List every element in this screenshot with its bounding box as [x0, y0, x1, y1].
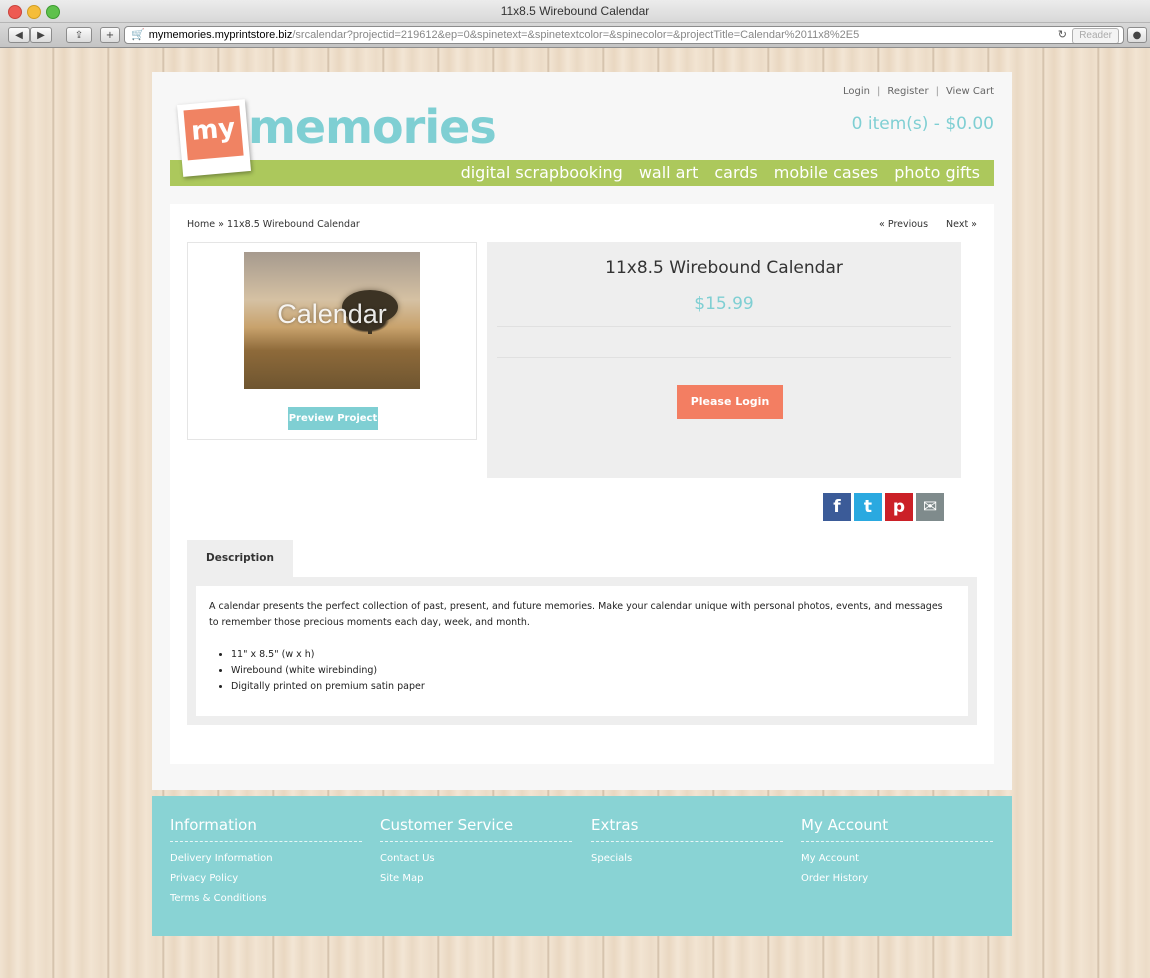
- description-text: A calendar presents the perfect collecti…: [209, 601, 943, 628]
- nav-cards[interactable]: cards: [714, 160, 757, 186]
- cart-summary[interactable]: 0 item(s) - $0.00: [852, 114, 994, 134]
- nav-mobile-cases[interactable]: mobile cases: [774, 160, 878, 186]
- reader-button[interactable]: Reader: [1072, 28, 1119, 43]
- description-panel: A calendar presents the perfect collecti…: [187, 577, 977, 725]
- list-item: 11" x 8.5" (w x h): [231, 647, 955, 663]
- pinterest-icon: p: [892, 497, 906, 517]
- product-price: $15.99: [694, 294, 754, 314]
- terms-conditions-link[interactable]: Terms & Conditions: [170, 893, 362, 904]
- product-pager: « Previous Next »: [861, 219, 977, 230]
- privacy-policy-link[interactable]: Privacy Policy: [170, 873, 362, 884]
- address-bar[interactable]: 🛒 mymemories.myprintstore.biz/srcalendar?…: [124, 26, 1124, 44]
- next-link[interactable]: Next »: [946, 219, 977, 230]
- site-container: Login | Register | View Cart 0 item(s) - $0.…: [152, 72, 1012, 790]
- register-link[interactable]: Register: [887, 86, 928, 97]
- twitter-icon: t: [863, 497, 873, 517]
- product-image[interactable]: Calendar: [244, 252, 420, 389]
- contact-us-link[interactable]: Contact Us: [380, 853, 572, 864]
- share-page-button[interactable]: ⇪: [66, 27, 92, 43]
- email-icon: ✉: [922, 497, 938, 517]
- login-link[interactable]: Login: [843, 86, 870, 97]
- product-image-text: Calendar: [277, 299, 387, 329]
- footer-heading: Extras: [591, 816, 783, 842]
- site-map-link[interactable]: Site Map: [380, 873, 572, 884]
- page-viewport: Login | Register | View Cart 0 item(s) - $0.…: [0, 48, 1150, 978]
- tab-description[interactable]: Description: [187, 540, 293, 577]
- nav-digital-scrapbooking[interactable]: digital scrapbooking: [461, 160, 623, 186]
- breadcrumb-home[interactable]: Home: [187, 219, 215, 230]
- plus-icon: +: [105, 30, 115, 41]
- forward-arrow-icon: ▶: [37, 30, 45, 41]
- please-login-button[interactable]: Please Login: [677, 385, 783, 419]
- back-button[interactable]: ◀: [8, 27, 30, 43]
- footer-my-account: My Account My Account Order History: [801, 816, 993, 884]
- divider: [497, 326, 951, 327]
- product-image-box: Calendar Preview Project: [187, 242, 477, 440]
- url-path: /srcalendar?projectid=219612&ep=0&spinet…: [292, 29, 860, 41]
- facebook-icon: f: [833, 497, 841, 517]
- main-nav: digital scrapbooking wall art cards mobile …: [170, 160, 994, 186]
- feature-list: 11" x 8.5" (w x h) Wirebound (white wire…: [209, 647, 955, 695]
- nav-wall-art[interactable]: wall art: [639, 160, 699, 186]
- footer-heading: My Account: [801, 816, 993, 842]
- reload-icon[interactable]: ↻: [1058, 27, 1067, 43]
- description-body: A calendar presents the perfect collecti…: [196, 586, 968, 716]
- breadcrumb: Home » 11x8.5 Wirebound Calendar: [187, 219, 360, 230]
- previous-link[interactable]: « Previous: [879, 219, 928, 230]
- view-cart-link[interactable]: View Cart: [946, 86, 994, 97]
- url-host: mymemories.myprintstore.biz: [148, 29, 293, 41]
- footer-heading: Customer Service: [380, 816, 572, 842]
- footer-information: Information Delivery Information Privacy…: [170, 816, 362, 904]
- nav-photo-gifts[interactable]: photo gifts: [894, 160, 980, 186]
- close-window-button[interactable]: [8, 5, 22, 19]
- twitter-share-button[interactable]: t: [854, 493, 882, 521]
- product-title: 11x8.5 Wirebound Calendar: [605, 258, 843, 278]
- downloads-button[interactable]: ●: [1127, 27, 1147, 43]
- site-footer: Information Delivery Information Privacy…: [152, 796, 1012, 936]
- product-info-box: 11x8.5 Wirebound Calendar $15.99 Please …: [487, 242, 961, 478]
- share-icon: ⇪: [74, 30, 84, 41]
- logo-wordmark[interactable]: memories: [248, 100, 497, 154]
- logo-badge[interactable]: my: [176, 99, 252, 177]
- list-item: Digitally printed on premium satin paper: [231, 679, 955, 695]
- window-titlebar: 11x8.5 Wirebound Calendar: [0, 0, 1150, 23]
- specials-link[interactable]: Specials: [591, 853, 783, 864]
- footer-heading: Information: [170, 816, 362, 842]
- minimize-window-button[interactable]: [27, 5, 41, 19]
- separator: |: [877, 86, 881, 97]
- window-title: 11x8.5 Wirebound Calendar: [500, 4, 650, 18]
- preview-project-button[interactable]: Preview Project: [288, 407, 378, 430]
- downloads-icon: ●: [1132, 30, 1142, 41]
- breadcrumb-current[interactable]: 11x8.5 Wirebound Calendar: [227, 219, 360, 230]
- browser-toolbar: ◀ ▶ ⇪ + 🛒 mymemories.myprintstore.biz/src…: [0, 23, 1150, 48]
- email-share-button[interactable]: ✉: [916, 493, 944, 521]
- my-account-link[interactable]: My Account: [801, 853, 993, 864]
- zoom-window-button[interactable]: [46, 5, 60, 19]
- back-arrow-icon: ◀: [15, 30, 23, 41]
- order-history-link[interactable]: Order History: [801, 873, 993, 884]
- product-content: Home » 11x8.5 Wirebound Calendar « Previ…: [170, 204, 994, 764]
- forward-button[interactable]: ▶: [30, 27, 52, 43]
- divider: [497, 357, 951, 358]
- footer-customer-service: Customer Service Contact Us Site Map: [380, 816, 572, 884]
- facebook-share-button[interactable]: f: [823, 493, 851, 521]
- site-icon: 🛒: [131, 29, 145, 41]
- separator: |: [935, 86, 939, 97]
- footer-extras: Extras Specials: [591, 816, 783, 864]
- breadcrumb-separator: »: [218, 219, 224, 230]
- logo-badge-text: my: [183, 105, 244, 161]
- delivery-information-link[interactable]: Delivery Information: [170, 853, 362, 864]
- new-tab-button[interactable]: +: [100, 27, 120, 43]
- pinterest-share-button[interactable]: p: [885, 493, 913, 521]
- list-item: Wirebound (white wirebinding): [231, 663, 955, 679]
- account-links: Login | Register | View Cart: [843, 86, 994, 97]
